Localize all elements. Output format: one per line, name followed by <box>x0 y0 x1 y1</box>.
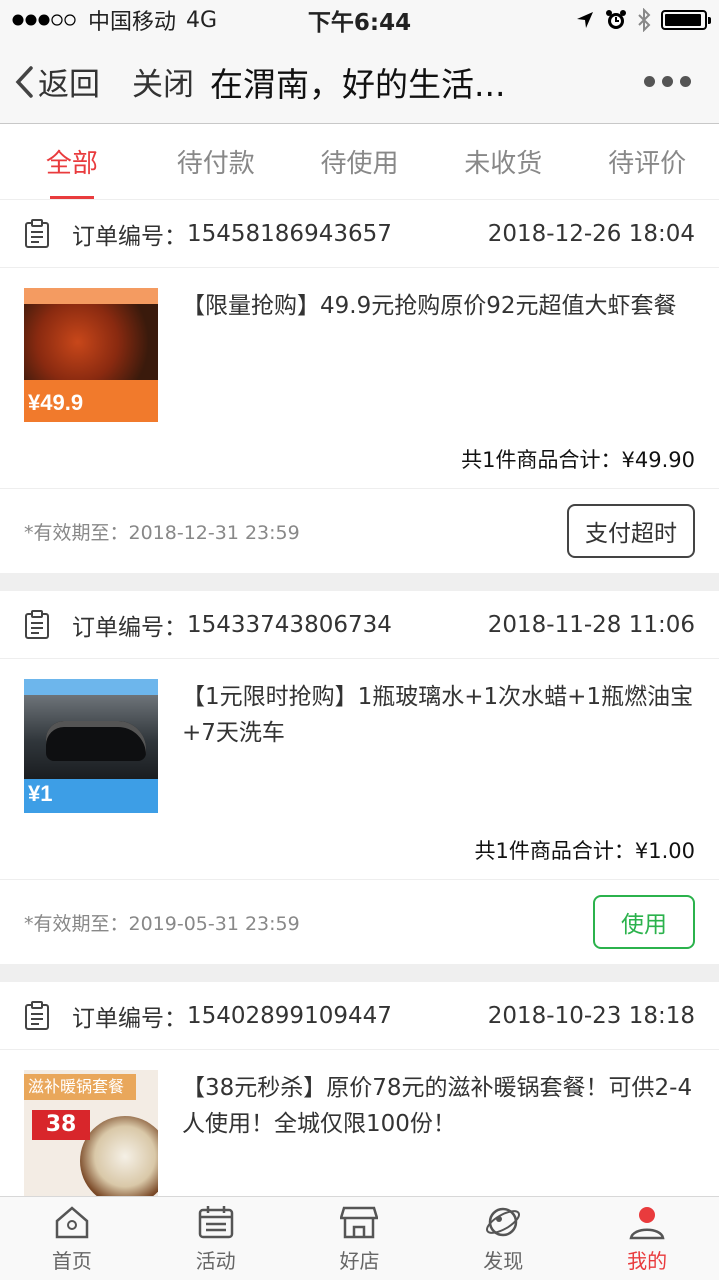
order-header: 订单编号： 15402899109447 2018-10-23 18:18 <box>0 982 719 1050</box>
order-total: 共1件商品合计：¥1.00 <box>474 839 695 863</box>
order-card: 订单编号： 15433743806734 2018-11-28 11:06 ¥1… <box>0 591 719 964</box>
home-icon <box>55 1206 89 1239</box>
order-number-label: 订单编号： <box>72 1005 187 1032</box>
tab-pending-use[interactable]: 待使用 <box>288 124 432 199</box>
tab-mine-label: 我的 <box>627 1249 668 1273</box>
nav-bar: 返回 关闭 在渭南，好的生活... <box>0 40 719 124</box>
more-dot-icon <box>662 76 673 87</box>
order-item[interactable]: ¥1 【1元限时抢购】1瓶玻璃水+1次水蜡+1瓶燃油宝+7天洗车 共1件商品合计… <box>0 659 719 880</box>
order-card: 订单编号： 15402899109447 2018-10-23 18:18 滋补… <box>0 982 719 1196</box>
order-total: 共1件商品合计：¥49.90 <box>461 448 695 472</box>
document-icon <box>25 218 49 248</box>
back-label: 返回 <box>38 67 100 103</box>
planet-icon <box>486 1207 521 1237</box>
order-tabs: 全部 待付款 待使用 未收货 待评价 <box>0 124 719 200</box>
tab-discover[interactable]: 发现 <box>431 1197 575 1280</box>
more-options-button[interactable] <box>644 76 691 87</box>
document-icon <box>25 609 49 639</box>
order-item[interactable]: ¥49.9 【限量抢购】49.9元抢购原价92元超值大虾套餐 共1件商品合计：¥… <box>0 268 719 489</box>
back-button[interactable]: 返回 <box>14 59 100 104</box>
tab-home[interactable]: 首页 <box>0 1197 144 1280</box>
tab-pending-payment[interactable]: 待付款 <box>144 124 288 199</box>
validity-date: *有效期至：2018-12-31 23:59 <box>24 521 300 544</box>
tab-activity[interactable]: 活动 <box>144 1197 288 1280</box>
tab-activity-label: 活动 <box>195 1249 236 1273</box>
validity-date: *有效期至：2019-05-31 23:59 <box>24 912 300 935</box>
close-button[interactable]: 关闭 <box>132 59 194 104</box>
status-bar: 中国移动 4G 下午6:44 <box>0 0 719 40</box>
order-datetime: 2018-12-26 18:04 <box>487 220 695 247</box>
tab-home-label: 首页 <box>51 1249 92 1273</box>
image-tag: 滋补暖锅套餐 <box>24 1074 136 1100</box>
chevron-left-icon <box>15 65 33 98</box>
calendar-icon <box>198 1206 233 1239</box>
price-badge: ¥1 <box>28 781 53 806</box>
order-number: 15402899109447 <box>187 1002 392 1029</box>
order-datetime: 2018-11-28 11:06 <box>487 611 695 638</box>
tab-discover-label: 发现 <box>483 1249 524 1273</box>
more-dot-icon <box>644 76 655 87</box>
payment-timeout-button[interactable]: 支付超时 <box>567 504 695 558</box>
price-badge: ¥49.9 <box>28 390 84 415</box>
order-header: 订单编号： 15433743806734 2018-11-28 11:06 <box>0 591 719 659</box>
order-number: 15458186943657 <box>187 220 392 247</box>
tab-mine[interactable]: 我的 <box>575 1197 719 1280</box>
order-list[interactable]: 订单编号： 15458186943657 2018-12-26 18:04 ¥4… <box>0 200 719 1196</box>
document-icon <box>25 1000 49 1030</box>
order-datetime: 2018-10-23 18:18 <box>487 1002 695 1029</box>
order-footer: *有效期至：2018-12-31 23:59 支付超时 <box>0 489 719 573</box>
product-image: ¥49.9 <box>24 288 158 422</box>
store-icon <box>340 1206 379 1239</box>
product-description: 【38元秒杀】原价78元的滋补暖锅套餐！可供2-4人使用！全城仅限100份！ <box>182 1075 693 1137</box>
order-card: 订单编号： 15458186943657 2018-12-26 18:04 ¥4… <box>0 200 719 573</box>
bottom-tab-bar: 首页 活动 好店 发现 我的 <box>0 1196 719 1280</box>
tab-not-received[interactable]: 未收货 <box>431 124 575 199</box>
order-header: 订单编号： 15458186943657 2018-12-26 18:04 <box>0 200 719 268</box>
product-description: 【限量抢购】49.9元抢购原价92元超值大虾套餐 <box>182 293 677 319</box>
product-image: 滋补暖锅套餐 38 <box>24 1070 158 1196</box>
use-button[interactable]: 使用 <box>593 895 695 949</box>
clock: 下午6:44 <box>307 10 412 36</box>
order-number-label: 订单编号： <box>72 223 187 250</box>
battery-icon <box>661 10 711 30</box>
order-item[interactable]: 滋补暖锅套餐 38 【38元秒杀】原价78元的滋补暖锅套餐！可供2-4人使用！全… <box>0 1050 719 1196</box>
tab-pending-review[interactable]: 待评价 <box>575 124 719 199</box>
more-dot-icon <box>680 76 691 87</box>
user-icon <box>629 1207 665 1240</box>
order-number: 15433743806734 <box>187 611 392 638</box>
tab-stores-label: 好店 <box>339 1249 380 1273</box>
product-image: ¥1 <box>24 679 158 813</box>
page-title: 在渭南，好的生活... <box>210 64 506 104</box>
order-number-label: 订单编号： <box>72 614 187 641</box>
tab-all[interactable]: 全部 <box>0 124 144 199</box>
order-footer: *有效期至：2019-05-31 23:59 使用 <box>0 880 719 964</box>
tab-stores[interactable]: 好店 <box>288 1197 432 1280</box>
product-description: 【1元限时抢购】1瓶玻璃水+1次水蜡+1瓶燃油宝+7天洗车 <box>182 684 694 746</box>
price-badge: 38 <box>32 1110 90 1140</box>
